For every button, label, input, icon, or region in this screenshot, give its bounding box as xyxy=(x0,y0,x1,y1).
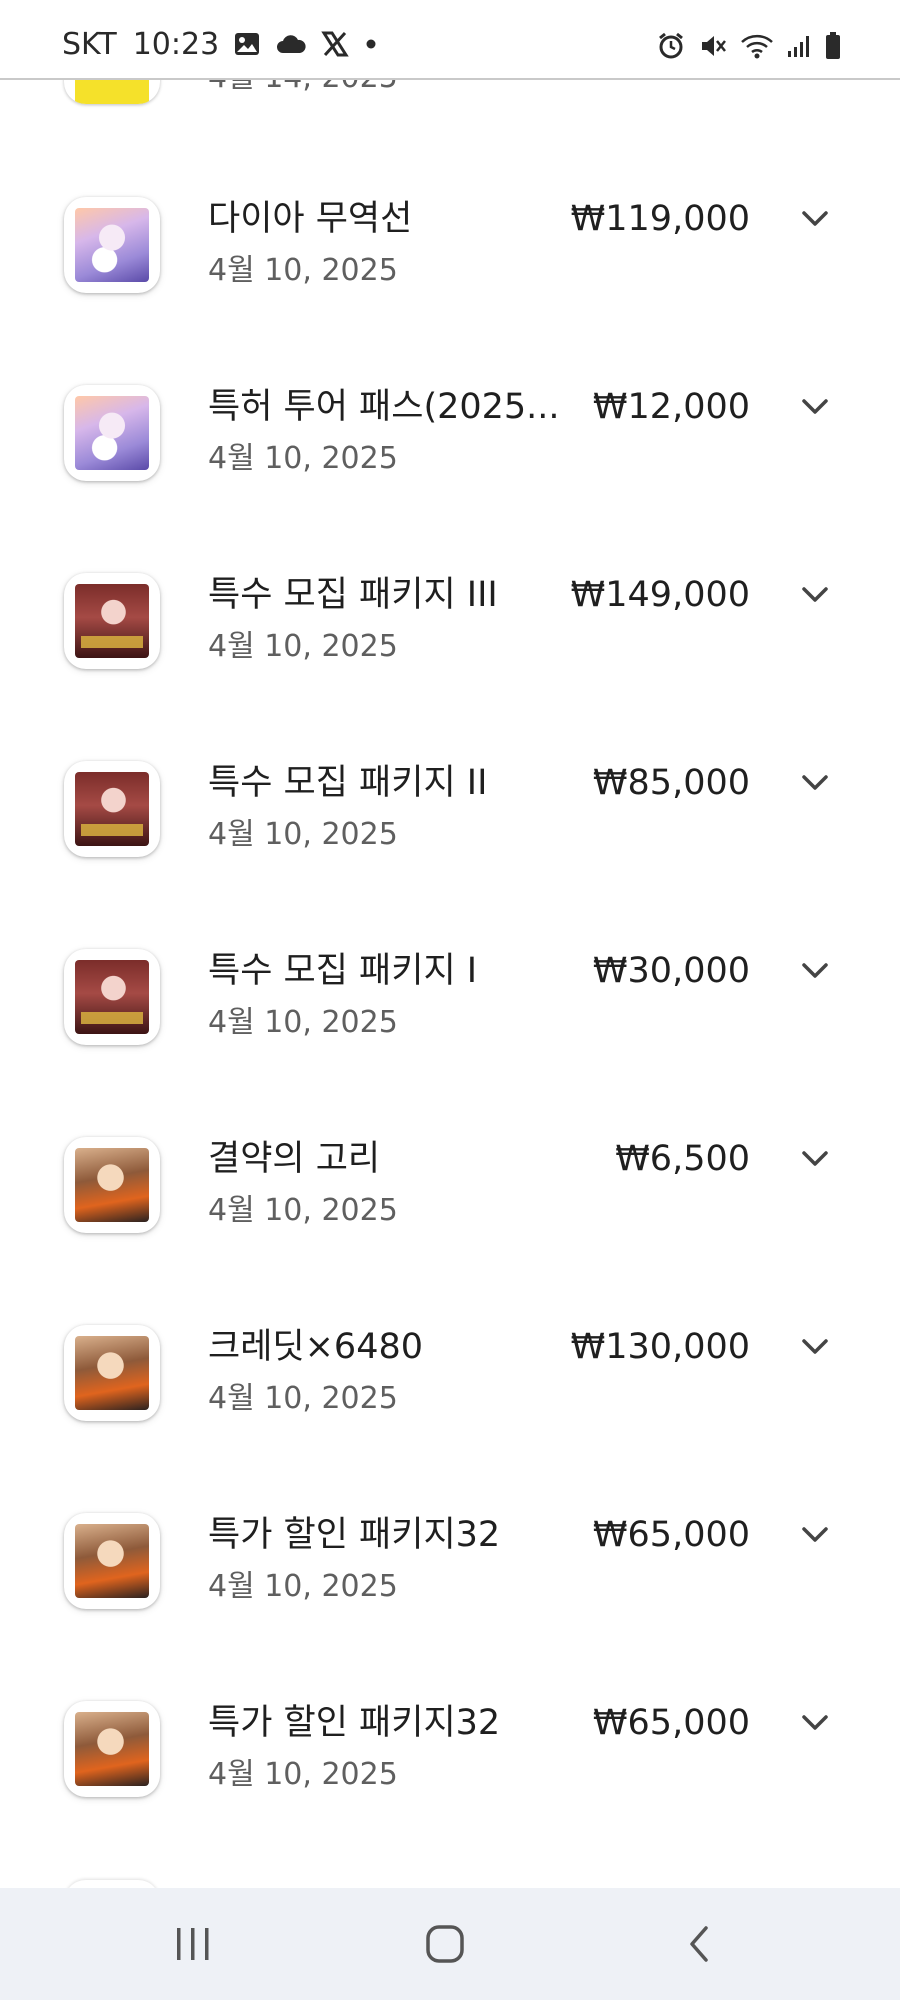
purchase-title: 특가 할인 패키지32 xyxy=(208,1515,501,1555)
list-item[interactable]: 크레딧×6480 4월 10, 2025 ₩130,000 xyxy=(0,1325,900,1513)
home-icon xyxy=(426,1925,464,1963)
list-item[interactable]: 특가 할인 패키지32 4월 10, 2025 ₩65,000 xyxy=(0,1701,900,1888)
purchase-date: 4월 10, 2025 xyxy=(208,629,398,664)
purchase-price: ₩65,000 xyxy=(592,1703,750,1743)
list-item[interactable]: 특가 할인 패키지32 4월 10, 2025 ₩65,000 xyxy=(0,1513,900,1701)
purchase-title: 크레딧×6480 xyxy=(208,1327,423,1367)
app-icon-image xyxy=(75,960,149,1034)
purchase-price: ₩130,000 xyxy=(570,1327,750,1367)
app-icon xyxy=(64,1325,160,1421)
purchase-title: 특수 모집 패키지 II xyxy=(208,763,488,803)
x-logo-icon xyxy=(321,30,349,58)
gallery-icon xyxy=(233,30,261,58)
purchase-date: 4월 10, 2025 xyxy=(208,817,398,852)
purchase-price: ₩149,000 xyxy=(570,575,750,615)
chevron-down-icon xyxy=(802,1339,828,1354)
purchase-date: 4월 10, 2025 xyxy=(208,1005,398,1040)
expand-button[interactable] xyxy=(790,1137,840,1181)
expand-button[interactable] xyxy=(790,1701,840,1745)
expand-button[interactable] xyxy=(790,573,840,617)
chevron-down-icon xyxy=(802,963,828,978)
chevron-down-icon xyxy=(802,399,828,414)
purchase-price: ₩85,000 xyxy=(592,763,750,803)
navigation-bar xyxy=(0,1888,900,2000)
chevron-down-icon xyxy=(802,1151,828,1166)
purchase-price: ₩30,000 xyxy=(592,951,750,991)
app-icon-image xyxy=(75,1336,149,1410)
purchase-title: 다이아 무역선 xyxy=(208,199,413,239)
expand-button[interactable] xyxy=(790,197,840,241)
purchase-history-list[interactable]: 4월 14, 2025 다이아 무역선 4월 10, 2025 ₩119,000… xyxy=(0,0,900,1888)
purchase-date: 4월 10, 2025 xyxy=(208,441,398,476)
app-icon-image xyxy=(75,772,149,846)
alarm-icon xyxy=(656,31,686,61)
purchase-date: 4월 10, 2025 xyxy=(208,1193,398,1228)
back-icon xyxy=(690,1926,708,1962)
purchase-price: ₩12,000 xyxy=(592,387,750,427)
status-right-group xyxy=(656,24,842,68)
chevron-down-icon xyxy=(802,587,828,602)
app-icon-image xyxy=(75,1148,149,1222)
chevron-down-icon xyxy=(802,1527,828,1542)
purchase-date: 4월 10, 2025 xyxy=(208,1381,398,1416)
expand-button[interactable] xyxy=(790,761,840,805)
list-item[interactable]: 특수 모집 패키지 I 4월 10, 2025 ₩30,000 xyxy=(0,949,900,1137)
chevron-down-icon xyxy=(802,211,828,226)
app-icon-image xyxy=(75,584,149,658)
recents-icon xyxy=(177,1928,209,1960)
purchase-title: 특가 할인 패키지32 xyxy=(208,1703,501,1743)
list-item[interactable]: 특수 모집 패키지 II 4월 10, 2025 ₩85,000 xyxy=(0,761,900,949)
purchase-date: 4월 10, 2025 xyxy=(208,253,398,288)
home-button[interactable] xyxy=(400,1908,490,1980)
purchase-date: 4월 10, 2025 xyxy=(208,1757,398,1792)
app-icon xyxy=(64,1701,160,1797)
recents-button[interactable] xyxy=(148,1908,238,1980)
app-icon xyxy=(64,761,160,857)
app-icon xyxy=(64,1137,160,1233)
app-icon xyxy=(64,1513,160,1609)
list-item[interactable]: 결약의 고리 4월 10, 2025 ₩6,500 xyxy=(0,1137,900,1325)
app-icon xyxy=(64,949,160,1045)
status-left-group: SKT 10:23 xyxy=(62,22,379,66)
expand-button[interactable] xyxy=(790,1325,840,1369)
app-icon xyxy=(64,385,160,481)
list-item[interactable]: 다이아 무역선 4월 10, 2025 ₩119,000 xyxy=(0,197,900,385)
expand-button[interactable] xyxy=(790,949,840,993)
list-item[interactable]: 특허 투어 패스(2025... 4월 10, 2025 ₩12,000 xyxy=(0,385,900,573)
mute-icon xyxy=(698,31,728,61)
purchase-price: ₩119,000 xyxy=(570,199,750,239)
battery-icon xyxy=(824,31,842,61)
app-icon xyxy=(64,197,160,293)
chevron-down-icon xyxy=(802,1715,828,1730)
expand-button[interactable] xyxy=(790,1513,840,1557)
status-bar: SKT 10:23 xyxy=(0,0,900,80)
app-icon-image xyxy=(75,396,149,470)
purchase-price: ₩6,500 xyxy=(615,1139,750,1179)
wifi-icon xyxy=(740,32,774,60)
dot-icon xyxy=(363,36,379,52)
app-icon-image xyxy=(75,1524,149,1598)
purchase-title: 결약의 고리 xyxy=(208,1139,381,1179)
app-icon xyxy=(64,573,160,669)
cloud-icon xyxy=(275,32,307,56)
purchase-title: 특수 모집 패키지 I xyxy=(208,951,478,991)
carrier-label: SKT xyxy=(62,26,117,62)
purchase-date: 4월 10, 2025 xyxy=(208,1569,398,1604)
chevron-down-icon xyxy=(802,775,828,790)
clock: 10:23 xyxy=(132,26,220,62)
app-icon-image xyxy=(75,1712,149,1786)
app-icon-partial xyxy=(64,1880,160,1888)
purchase-title: 특수 모집 패키지 III xyxy=(208,575,498,615)
purchase-price: ₩65,000 xyxy=(592,1515,750,1555)
purchase-title: 특허 투어 패스(2025... xyxy=(208,387,558,427)
app-icon-image xyxy=(75,208,149,282)
expand-button[interactable] xyxy=(790,385,840,429)
back-button[interactable] xyxy=(654,1908,744,1980)
list-item[interactable]: 특수 모집 패키지 III 4월 10, 2025 ₩149,000 xyxy=(0,573,900,761)
signal-icon xyxy=(786,33,812,59)
